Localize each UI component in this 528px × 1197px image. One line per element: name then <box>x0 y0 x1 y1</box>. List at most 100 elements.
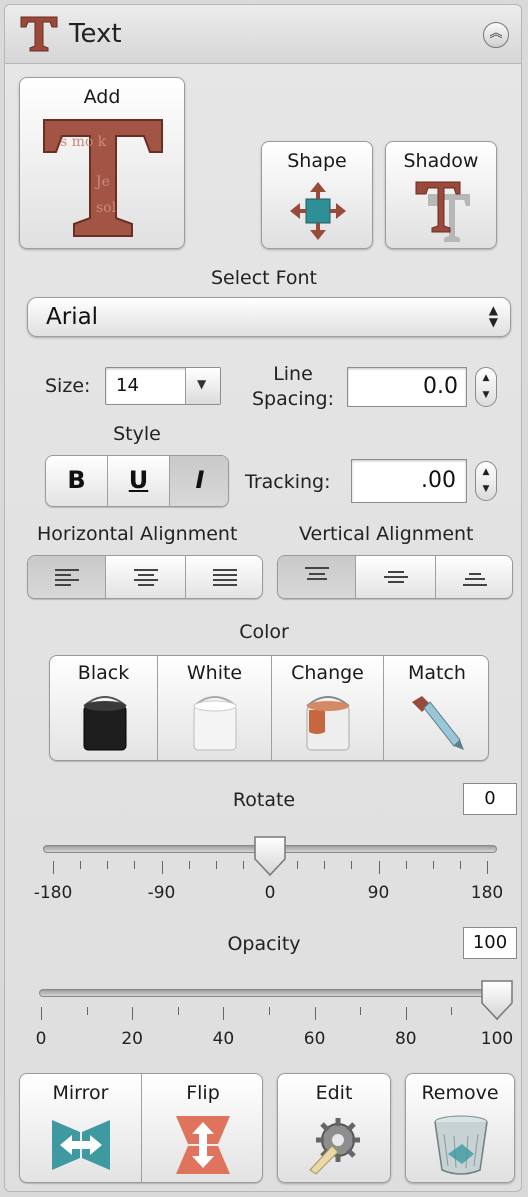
add-label: Add <box>83 86 121 108</box>
mirror-button[interactable]: Mirror <box>20 1074 142 1182</box>
shape-transform-icon <box>290 182 346 240</box>
slider-tick <box>161 861 163 874</box>
valign-middle-button[interactable] <box>356 556 436 598</box>
align-center-button[interactable] <box>106 556 186 598</box>
slider-tick <box>451 1007 453 1015</box>
slider-tick <box>41 1007 42 1020</box>
shape-label: Shape <box>287 150 347 172</box>
shape-button[interactable]: Shape <box>261 141 373 249</box>
color-change-button[interactable]: Change <box>272 656 384 760</box>
slider-tick <box>297 861 299 869</box>
slider-tick <box>242 861 244 869</box>
underline-button[interactable]: U <box>108 456 170 506</box>
black-label: Black <box>77 662 130 684</box>
valign-top-button[interactable] <box>278 556 356 598</box>
flip-label: Flip <box>186 1082 220 1104</box>
line-spacing-stepper[interactable]: ▲ ▼ <box>475 367 497 407</box>
text-panel: Text ︽ Add s mo k Je sol Shape Shadow Se… <box>4 4 522 1192</box>
opacity-tick-labels: 0 20 40 60 80 100 <box>36 1029 514 1051</box>
slider-tick-label: 20 <box>121 1029 144 1049</box>
italic-label: I <box>195 466 205 494</box>
style-segmented: B U I <box>45 455 229 507</box>
line-spacing-input[interactable]: 0.0 <box>347 367 467 407</box>
add-text-button[interactable]: Add s mo k Je sol <box>19 77 185 249</box>
align-left-button[interactable] <box>28 556 106 598</box>
horizontal-alignment-segmented <box>27 555 263 599</box>
black-paint-can-icon <box>83 696 127 751</box>
align-left-icon <box>55 569 79 586</box>
line-spacing-label-1: Line <box>273 363 313 385</box>
slider-tick <box>269 1007 270 1015</box>
shadow-label: Shadow <box>403 150 479 172</box>
slider-tick <box>53 861 54 874</box>
align-right-button[interactable] <box>186 556 262 598</box>
rotate-value-field[interactable]: 0 <box>463 783 517 815</box>
shadow-button[interactable]: Shadow <box>385 141 497 249</box>
slider-tick <box>223 1007 225 1020</box>
updown-arrows-icon: ▲ ▼ <box>488 303 498 329</box>
horizontal-alignment-label: Horizontal Alignment <box>37 523 238 545</box>
tracking-value: .00 <box>421 468 456 493</box>
step-down-icon: ▼ <box>482 390 490 400</box>
color-match-button[interactable]: Match <box>384 656 488 760</box>
slider-tick <box>324 861 326 869</box>
underline-label: U <box>128 466 149 494</box>
slider-tick <box>459 861 461 869</box>
slider-tick <box>360 1007 362 1015</box>
opacity-value-field[interactable]: 100 <box>463 927 517 959</box>
opacity-slider-thumb[interactable] <box>479 979 515 1021</box>
white-label: White <box>186 662 243 684</box>
edit-button[interactable]: Edit <box>277 1073 391 1183</box>
rotate-label: Rotate <box>232 789 296 811</box>
valign-bottom-icon <box>463 573 487 586</box>
slider-tick-label: 40 <box>212 1029 235 1049</box>
slider-tick-label: 60 <box>303 1029 326 1049</box>
remove-button[interactable]: Remove <box>405 1073 515 1183</box>
change-paint-can-icon <box>306 696 350 751</box>
color-segmented: Black White Change Match <box>49 655 489 761</box>
color-black-button[interactable]: Black <box>50 656 158 760</box>
tracking-stepper[interactable]: ▲ ▼ <box>475 461 497 501</box>
font-select-value: Arial <box>46 304 99 330</box>
slider-tick <box>351 861 353 869</box>
eyedropper-icon <box>412 696 464 750</box>
opacity-slider-track[interactable] <box>39 989 501 997</box>
size-dropdown-button[interactable]: ▼ <box>185 368 220 404</box>
font-select[interactable]: Arial ▲ ▼ <box>27 297 511 337</box>
slider-tick-label: 100 <box>480 1029 514 1049</box>
italic-button[interactable]: I <box>170 456 228 506</box>
big-t-icon: s mo k Je sol <box>43 119 163 237</box>
valign-middle-icon <box>384 571 408 583</box>
panel-title: Text <box>69 19 122 49</box>
slider-tick <box>215 861 217 869</box>
panel-header[interactable]: Text ︽ <box>5 5 521 64</box>
svg-text:s mo k: s mo k <box>60 134 107 150</box>
mirror-icon <box>52 1120 110 1170</box>
slider-tick-label: -90 <box>147 883 176 903</box>
valign-bottom-button[interactable] <box>436 556 512 598</box>
slider-tick <box>86 1007 88 1015</box>
remove-label: Remove <box>421 1082 499 1104</box>
slider-tick <box>405 861 407 869</box>
slider-tick-label: 0 <box>35 1029 47 1049</box>
color-white-button[interactable]: White <box>158 656 272 760</box>
slider-tick-label: -180 <box>33 883 73 903</box>
bold-button[interactable]: B <box>46 456 108 506</box>
vertical-alignment-label: Vertical Alignment <box>299 523 474 545</box>
rotate-slider-thumb[interactable] <box>252 835 288 877</box>
svg-text:Je: Je <box>94 174 110 190</box>
opacity-label: Opacity <box>227 933 301 955</box>
tracking-input[interactable]: .00 <box>351 459 467 503</box>
flip-icon <box>176 1116 230 1174</box>
chevron-up-double-icon[interactable]: ︽ <box>483 22 509 48</box>
chevron-down-icon: ▼ <box>197 377 207 391</box>
mirror-label: Mirror <box>52 1082 109 1104</box>
valign-top-icon <box>305 567 329 580</box>
slider-tick-label: 90 <box>367 883 390 903</box>
size-value: 14 <box>116 375 139 396</box>
flip-button[interactable]: Flip <box>142 1074 262 1182</box>
size-combo[interactable]: 14 ▼ <box>105 367 221 405</box>
slider-tick <box>405 1007 407 1020</box>
line-spacing-label-2: Spacing: <box>252 388 334 410</box>
slider-tick-label: 180 <box>470 883 504 903</box>
